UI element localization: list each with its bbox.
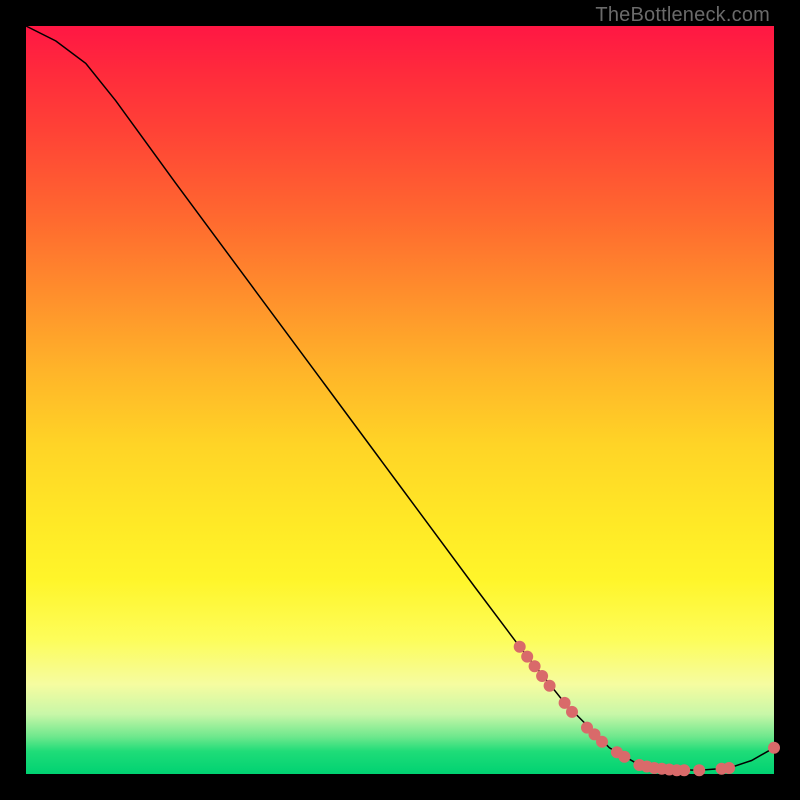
highlight-markers [514,641,780,777]
marker-point [514,641,526,653]
marker-point [529,660,541,672]
bottleneck-curve [26,26,774,770]
marker-point [618,751,630,763]
marker-point [544,680,556,692]
marker-point [768,742,780,754]
plot-area [26,26,774,774]
marker-point [678,764,690,776]
chart-svg [26,26,774,774]
watermark-text: TheBottleneck.com [595,4,770,27]
marker-point [723,762,735,774]
marker-point [693,764,705,776]
marker-point [536,670,548,682]
marker-point [596,736,608,748]
marker-point [521,651,533,663]
marker-point [566,706,578,718]
chart-stage: TheBottleneck.com [0,0,800,800]
